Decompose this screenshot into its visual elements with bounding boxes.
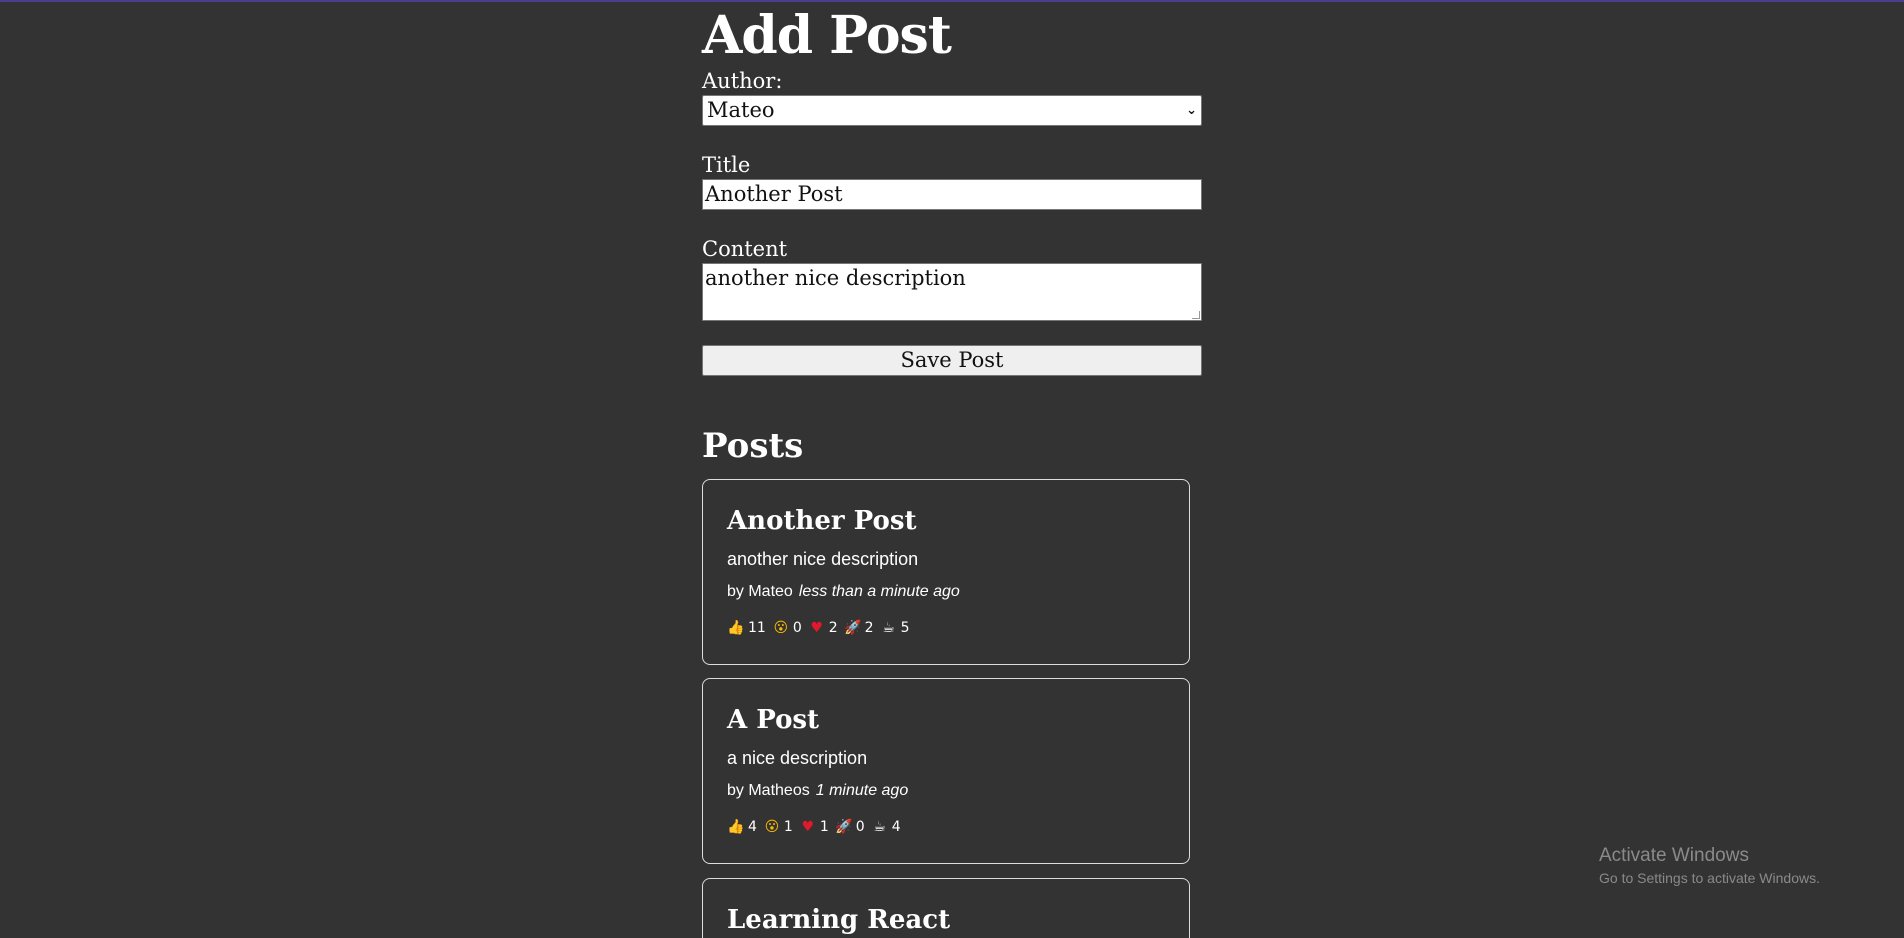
author-select[interactable]: Mateo ⌄ xyxy=(702,95,1202,126)
post-author: by Matheos xyxy=(727,782,810,799)
reaction-count: 11 xyxy=(748,620,766,636)
coffee-icon: ☕ xyxy=(882,620,895,636)
reaction-rocket-button[interactable]: 🚀 0 xyxy=(835,818,865,836)
reaction-rocket-button[interactable]: 🚀 2 xyxy=(844,619,874,637)
reaction-count: 0 xyxy=(792,620,802,636)
reaction-count: 0 xyxy=(855,819,865,835)
title-input[interactable]: Another Post xyxy=(702,179,1202,210)
top-accent-bar xyxy=(0,0,1904,2)
reaction-coffee-button[interactable]: ☕ 5 xyxy=(880,619,910,637)
coffee-icon: ☕ xyxy=(873,819,886,835)
reaction-count: 1 xyxy=(783,819,793,835)
author-select-value: Mateo xyxy=(707,98,775,122)
reaction-thumbs-up-button[interactable]: 👍 11 xyxy=(727,619,766,637)
author-label: Author: xyxy=(702,69,783,93)
windows-activation-watermark: Activate Windows Go to Settings to activ… xyxy=(1599,844,1820,888)
reaction-buttons: 👍 11 😮 0 ♥ 2 🚀 2 ☕ 5 xyxy=(727,619,916,637)
post-timestamp: less than a minute ago xyxy=(798,583,960,600)
watermark-line-2: Go to Settings to activate Windows. xyxy=(1599,870,1820,886)
wow-icon: 😮 xyxy=(764,819,780,835)
reaction-count: 2 xyxy=(828,620,838,636)
reaction-count: 1 xyxy=(819,819,829,835)
post-content: another nice description xyxy=(727,549,919,569)
post-meta: by Matheos 1 minute ago xyxy=(727,781,908,801)
heart-icon: ♥ xyxy=(810,620,824,636)
reaction-count: 2 xyxy=(864,620,874,636)
post-title: Another Post xyxy=(727,506,917,536)
reaction-wow-button[interactable]: 😮 0 xyxy=(772,619,802,637)
resize-grip-icon[interactable] xyxy=(1192,311,1200,319)
post-card: Learning React xyxy=(702,878,1190,938)
heart-icon: ♥ xyxy=(801,819,815,835)
thumbs-up-icon: 👍 xyxy=(727,819,745,835)
content-textarea-value: another nice description xyxy=(705,266,966,290)
post-title: A Post xyxy=(727,705,820,735)
post-content: a nice description xyxy=(727,748,868,768)
chevron-down-icon: ⌄ xyxy=(1186,103,1197,118)
content-textarea[interactable]: another nice description xyxy=(702,263,1202,321)
content-label: Content xyxy=(702,237,788,261)
wow-icon: 😮 xyxy=(773,620,789,636)
thumbs-up-icon: 👍 xyxy=(727,620,745,636)
reaction-count: 4 xyxy=(891,819,901,835)
post-card: Another Post another nice description by… xyxy=(702,479,1190,665)
rocket-icon: 🚀 xyxy=(843,620,862,636)
post-title: Learning React xyxy=(727,905,951,935)
post-timestamp: 1 minute ago xyxy=(815,782,909,799)
post-card: A Post a nice description by Matheos 1 mi… xyxy=(702,678,1190,864)
reaction-wow-button[interactable]: 😮 1 xyxy=(763,818,793,836)
watermark-line-1: Activate Windows xyxy=(1599,845,1749,866)
reaction-buttons: 👍 4 😮 1 ♥ 1 🚀 0 ☕ 4 xyxy=(727,818,907,836)
reaction-count: 5 xyxy=(900,620,910,636)
save-post-button[interactable]: Save Post xyxy=(702,345,1202,376)
reaction-heart-button[interactable]: ♥ 2 xyxy=(808,619,838,637)
reaction-thumbs-up-button[interactable]: 👍 4 xyxy=(727,818,757,836)
reaction-heart-button[interactable]: ♥ 1 xyxy=(799,818,829,836)
page-title: Add Post xyxy=(702,5,952,66)
post-author: by Mateo xyxy=(727,583,793,600)
reaction-coffee-button[interactable]: ☕ 4 xyxy=(871,818,901,836)
post-meta: by Mateo less than a minute ago xyxy=(727,582,960,602)
reaction-count: 4 xyxy=(748,819,757,835)
title-label: Title xyxy=(702,153,751,177)
rocket-icon: 🚀 xyxy=(835,819,853,835)
posts-heading: Posts xyxy=(702,426,804,466)
